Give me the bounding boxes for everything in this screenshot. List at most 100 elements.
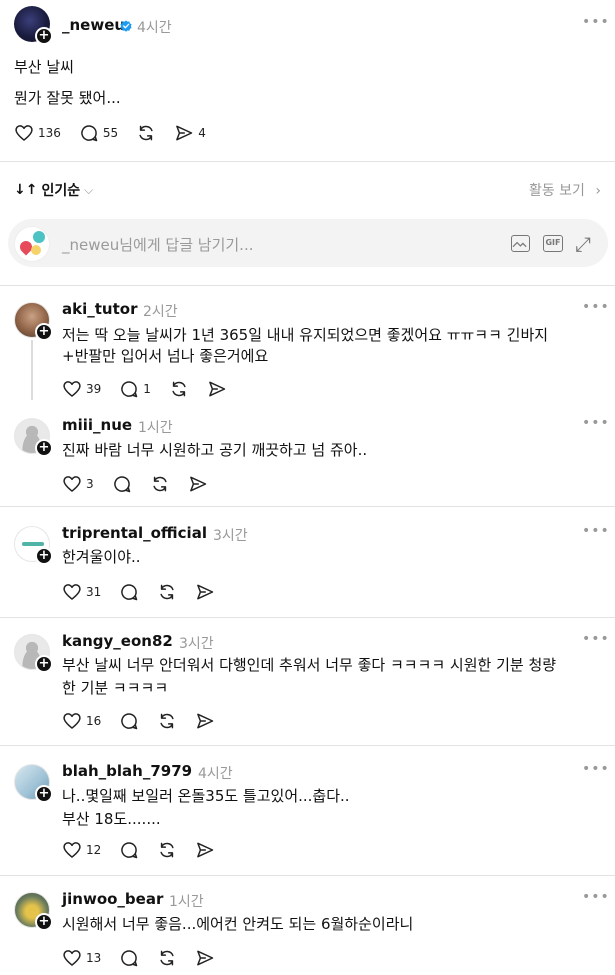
comment-username[interactable]: blah_blah_7979 — [62, 762, 192, 780]
follow-plus-icon[interactable]: + — [35, 655, 53, 673]
share-button[interactable] — [195, 840, 215, 860]
send-icon — [207, 379, 227, 399]
comment-more-icon[interactable]: ••• — [582, 631, 610, 647]
comment-text-line: 저는 딱 오늘 날씨가 1년 365일 내내 유지되었으면 좋겠어요 ㅠㅠㅋㅋ … — [62, 326, 549, 344]
repost-icon — [169, 379, 189, 399]
comment-more-icon[interactable]: ••• — [582, 299, 610, 315]
like-count: 31 — [86, 585, 102, 599]
comment-bubble-icon — [119, 582, 139, 602]
repost-button[interactable] — [157, 948, 177, 968]
follow-plus-icon[interactable]: + — [35, 547, 53, 565]
sort-dropdown[interactable]: ↓↑ 인기순 ⌵ — [14, 180, 93, 200]
share-button[interactable] — [195, 582, 215, 602]
reply-input[interactable]: _neweu님에게 답글 남기기... — [62, 234, 253, 255]
post-username[interactable]: _neweu — [62, 16, 125, 34]
heart-icon — [62, 840, 82, 860]
share-button[interactable]: 4 — [174, 123, 206, 143]
post-line-1: 부산 날씨 — [14, 58, 74, 76]
post-more-icon[interactable]: ••• — [582, 14, 610, 30]
comment-text-line: 부산 18도....... — [62, 810, 161, 828]
repost-button[interactable] — [169, 379, 189, 399]
comment-more-icon[interactable]: ••• — [582, 415, 610, 431]
comment-button[interactable]: 1 — [119, 379, 151, 399]
comment-actions: 3 — [62, 474, 226, 494]
share-button[interactable] — [188, 474, 208, 494]
avatar-deco — [33, 231, 45, 243]
comment-text-line: 나..몇일째 보일러 온돌35도 틀고있어...춥다.. — [62, 787, 350, 805]
heart-icon — [62, 948, 82, 968]
comment-time: 3시간 — [213, 528, 248, 544]
post-line-2: 뭔가 잘못 됐어... — [14, 89, 121, 107]
follow-plus-icon[interactable]: + — [35, 785, 53, 803]
like-button[interactable]: 3 — [62, 474, 94, 494]
like-button[interactable]: 39 — [62, 379, 101, 399]
follow-plus-icon[interactable]: + — [35, 913, 53, 931]
comment-actions: 13 — [62, 948, 233, 968]
like-button[interactable]: 16 — [62, 711, 101, 731]
comment-text-line: 한 기분 ㅋㅋㅋㅋ — [62, 679, 169, 697]
comment-button[interactable] — [119, 840, 139, 860]
share-button[interactable] — [207, 379, 227, 399]
comment-username[interactable]: kangy_eon82 — [62, 632, 173, 650]
comment-button[interactable]: 55 — [79, 123, 118, 143]
expand-icon[interactable]: ⤢ — [575, 232, 591, 256]
send-icon — [174, 123, 194, 143]
comment-text-line: 부산 날씨 너무 안더워서 다행인데 추워서 너무 좋다 ㅋㅋㅋㅋ 시원한 기분… — [62, 656, 557, 674]
comment-more-icon[interactable]: ••• — [582, 761, 610, 777]
comment-username[interactable]: jinwoo_bear — [62, 890, 163, 908]
comment-button[interactable] — [112, 474, 132, 494]
share-button[interactable] — [195, 711, 215, 731]
comment-time: 1시간 — [138, 420, 173, 436]
comment-time: 4시간 — [198, 766, 233, 782]
image-icon[interactable] — [511, 235, 530, 252]
comment-button[interactable] — [119, 582, 139, 602]
like-count: 39 — [86, 382, 102, 396]
repost-button[interactable] — [150, 474, 170, 494]
follow-plus-icon[interactable]: + — [35, 439, 53, 457]
comment-actions: 16 — [62, 711, 233, 731]
activity-link[interactable]: 활동 보기 › — [529, 180, 601, 200]
my-avatar — [14, 226, 50, 262]
heart-icon — [62, 582, 82, 602]
comment-username[interactable]: aki_tutor — [62, 300, 137, 318]
comment-username[interactable]: triprental_official — [62, 524, 207, 542]
comment-more-icon[interactable]: ••• — [582, 889, 610, 905]
follow-plus-icon[interactable]: + — [35, 27, 53, 45]
sort-label: 인기순 — [41, 183, 81, 199]
send-icon — [195, 711, 215, 731]
like-button[interactable]: 12 — [62, 840, 101, 860]
chevron-down-icon: ⌵ — [84, 182, 94, 197]
like-button[interactable]: 13 — [62, 948, 101, 968]
comment-text-line: +반팔만 입어서 넘나 좋은거에요 — [62, 347, 269, 365]
repost-icon — [157, 840, 177, 860]
repost-button[interactable] — [157, 840, 177, 860]
repost-button[interactable] — [157, 711, 177, 731]
like-button[interactable]: 31 — [62, 582, 101, 602]
comment-button[interactable] — [119, 948, 139, 968]
comment-divider — [0, 506, 615, 507]
comment-button[interactable] — [119, 711, 139, 731]
follow-plus-icon[interactable]: + — [35, 323, 53, 341]
comment-actions: 39 1 — [62, 379, 245, 399]
repost-icon — [157, 711, 177, 731]
comment-actions: 12 — [62, 840, 233, 860]
chevron-right-icon: › — [595, 183, 601, 199]
comment-count: 1 — [143, 382, 151, 396]
comment-bubble-icon — [119, 711, 139, 731]
heart-icon — [62, 474, 82, 494]
repost-button[interactable] — [136, 123, 156, 143]
send-icon — [188, 474, 208, 494]
comment-text-line: 시원해서 너무 좋음...에어컨 안켜도 되는 6월하순이라니 — [62, 915, 414, 933]
share-button[interactable] — [195, 948, 215, 968]
repost-button[interactable] — [157, 582, 177, 602]
like-count: 16 — [86, 714, 102, 728]
repost-icon — [157, 948, 177, 968]
comment-username[interactable]: miii_nue — [62, 416, 132, 434]
comment-divider — [0, 745, 615, 746]
comment-more-icon[interactable]: ••• — [582, 523, 610, 539]
gif-icon[interactable]: GIF — [543, 235, 563, 252]
post-time: 4시간 — [137, 20, 172, 36]
comment-bubble-icon — [119, 379, 139, 399]
avatar-deco — [31, 245, 41, 255]
like-button[interactable]: 136 — [14, 123, 61, 143]
